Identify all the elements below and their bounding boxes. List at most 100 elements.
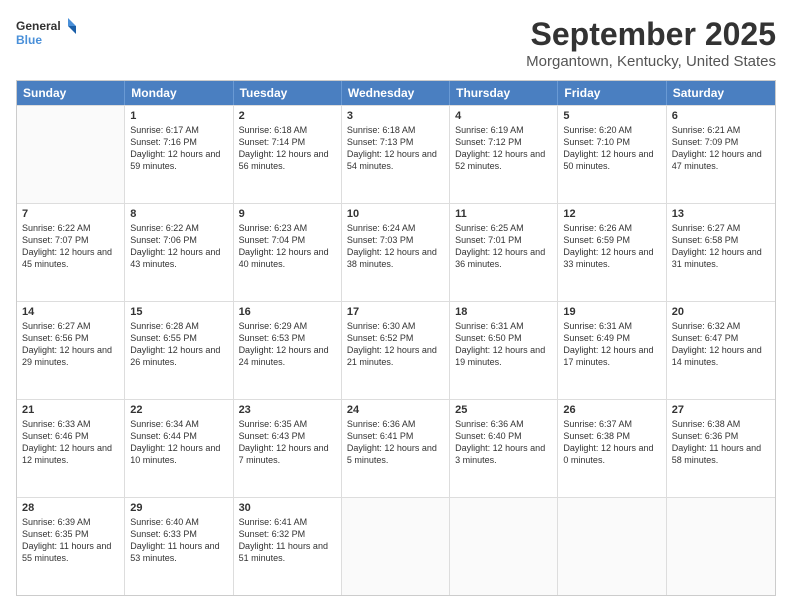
day-number: 22: [130, 404, 227, 416]
header: General Blue September 2025 Morgantown, …: [16, 16, 776, 70]
sunrise-text: Sunrise: 6:24 AMSunset: 7:03 PMDaylight:…: [347, 222, 444, 271]
title-month: September 2025: [526, 16, 776, 53]
cal-cell-0-6: 6Sunrise: 6:21 AMSunset: 7:09 PMDaylight…: [667, 106, 775, 203]
day-number: 13: [672, 208, 770, 220]
sunrise-text: Sunrise: 6:40 AMSunset: 6:33 PMDaylight:…: [130, 516, 227, 565]
day-number: 24: [347, 404, 444, 416]
day-number: 28: [22, 502, 119, 514]
page: General Blue September 2025 Morgantown, …: [0, 0, 792, 612]
day-number: 18: [455, 306, 552, 318]
sunrise-text: Sunrise: 6:27 AMSunset: 6:58 PMDaylight:…: [672, 222, 770, 271]
day-number: 16: [239, 306, 336, 318]
day-number: 30: [239, 502, 336, 514]
cal-cell-3-3: 24Sunrise: 6:36 AMSunset: 6:41 PMDayligh…: [342, 400, 450, 497]
cal-cell-2-1: 15 Sunrise: 6:28 AMSunset: 6:55 PMDayligh…: [125, 302, 233, 399]
svg-text:Blue: Blue: [16, 33, 42, 47]
sunrise-text: Sunrise: 6:22 AMSunset: 7:06 PMDaylight:…: [130, 222, 227, 271]
sunrise-text: Sunrise: 6:37 AMSunset: 6:38 PMDaylight:…: [563, 418, 660, 467]
day-number: 20: [672, 306, 770, 318]
cal-cell-4-0: 28 Sunrise: 6:39 AMSunset: 6:35 PMDayligh…: [17, 498, 125, 595]
day-number: 19: [563, 306, 660, 318]
sunrise-text: Sunrise: 6:31 AMSunset: 6:49 PMDaylight:…: [563, 320, 660, 369]
day-number: 8: [130, 208, 227, 220]
day-number: 5: [563, 110, 660, 122]
sunrise-text: Sunrise: 6:28 AMSunset: 6:55 PMDaylight:…: [130, 320, 227, 369]
day-number: 3: [347, 110, 444, 122]
header-friday: Friday: [558, 81, 666, 105]
cal-cell-2-3: 17Sunrise: 6:30 AMSunset: 6:52 PMDayligh…: [342, 302, 450, 399]
cal-cell-2-2: 16Sunrise: 6:29 AMSunset: 6:53 PMDayligh…: [234, 302, 342, 399]
logo: General Blue: [16, 16, 76, 52]
cal-cell-3-2: 23Sunrise: 6:35 AMSunset: 6:43 PMDayligh…: [234, 400, 342, 497]
sunrise-text: Sunrise: 6:27 AMSunset: 6:56 PMDaylight:…: [22, 320, 119, 369]
cal-cell-1-5: 12 Sunrise: 6:26 AMSunset: 6:59 PMDayligh…: [558, 204, 666, 301]
cal-cell-4-1: 29 Sunrise: 6:40 AMSunset: 6:33 PMDayligh…: [125, 498, 233, 595]
sunrise-text: Sunrise: 6:23 AMSunset: 7:04 PMDaylight:…: [239, 222, 336, 271]
day-number: 1: [130, 110, 227, 122]
cal-cell-3-6: 27Sunrise: 6:38 AMSunset: 6:36 PMDayligh…: [667, 400, 775, 497]
day-number: 4: [455, 110, 552, 122]
day-number: 7: [22, 208, 119, 220]
sunrise-text: Sunrise: 6:17 AMSunset: 7:16 PMDaylight:…: [130, 124, 227, 173]
cal-cell-2-6: 20 Sunrise: 6:32 AMSunset: 6:47 PMDayligh…: [667, 302, 775, 399]
cal-row-5: 28 Sunrise: 6:39 AMSunset: 6:35 PMDayligh…: [17, 497, 775, 595]
sunrise-text: Sunrise: 6:18 AMSunset: 7:14 PMDaylight:…: [239, 124, 336, 173]
header-sunday: Sunday: [17, 81, 125, 105]
day-number: 15: [130, 306, 227, 318]
cal-cell-4-2: 30 Sunrise: 6:41 AMSunset: 6:32 PMDayligh…: [234, 498, 342, 595]
header-wednesday: Wednesday: [342, 81, 450, 105]
cal-cell-2-0: 14Sunrise: 6:27 AMSunset: 6:56 PMDayligh…: [17, 302, 125, 399]
sunrise-text: Sunrise: 6:26 AMSunset: 6:59 PMDaylight:…: [563, 222, 660, 271]
sunrise-text: Sunrise: 6:21 AMSunset: 7:09 PMDaylight:…: [672, 124, 770, 173]
cal-row-3: 14Sunrise: 6:27 AMSunset: 6:56 PMDayligh…: [17, 301, 775, 399]
svg-text:General: General: [16, 19, 61, 33]
sunrise-text: Sunrise: 6:34 AMSunset: 6:44 PMDaylight:…: [130, 418, 227, 467]
header-saturday: Saturday: [667, 81, 775, 105]
cal-row-1: 1 Sunrise: 6:17 AMSunset: 7:16 PMDaylight…: [17, 105, 775, 203]
cal-cell-3-5: 26 Sunrise: 6:37 AMSunset: 6:38 PMDayligh…: [558, 400, 666, 497]
sunrise-text: Sunrise: 6:39 AMSunset: 6:35 PMDaylight:…: [22, 516, 119, 565]
day-number: 29: [130, 502, 227, 514]
logo-svg: General Blue: [16, 16, 76, 52]
cal-cell-1-0: 7 Sunrise: 6:22 AMSunset: 7:07 PMDaylight…: [17, 204, 125, 301]
calendar-header: Sunday Monday Tuesday Wednesday Thursday…: [17, 81, 775, 105]
day-number: 2: [239, 110, 336, 122]
cal-cell-1-6: 13 Sunrise: 6:27 AMSunset: 6:58 PMDayligh…: [667, 204, 775, 301]
cal-cell-4-5: [558, 498, 666, 595]
sunrise-text: Sunrise: 6:20 AMSunset: 7:10 PMDaylight:…: [563, 124, 660, 173]
sunrise-text: Sunrise: 6:35 AMSunset: 6:43 PMDaylight:…: [239, 418, 336, 467]
title-location: Morgantown, Kentucky, United States: [526, 53, 776, 70]
day-number: 12: [563, 208, 660, 220]
header-monday: Monday: [125, 81, 233, 105]
header-thursday: Thursday: [450, 81, 558, 105]
day-number: 10: [347, 208, 444, 220]
sunrise-text: Sunrise: 6:31 AMSunset: 6:50 PMDaylight:…: [455, 320, 552, 369]
sunrise-text: Sunrise: 6:36 AMSunset: 6:40 PMDaylight:…: [455, 418, 552, 467]
sunrise-text: Sunrise: 6:22 AMSunset: 7:07 PMDaylight:…: [22, 222, 119, 271]
cal-row-2: 7 Sunrise: 6:22 AMSunset: 7:07 PMDaylight…: [17, 203, 775, 301]
title-block: September 2025 Morgantown, Kentucky, Uni…: [526, 16, 776, 70]
cal-cell-0-2: 2 Sunrise: 6:18 AMSunset: 7:14 PMDaylight…: [234, 106, 342, 203]
cal-cell-3-0: 21 Sunrise: 6:33 AMSunset: 6:46 PMDayligh…: [17, 400, 125, 497]
day-number: 17: [347, 306, 444, 318]
sunrise-text: Sunrise: 6:19 AMSunset: 7:12 PMDaylight:…: [455, 124, 552, 173]
sunrise-text: Sunrise: 6:32 AMSunset: 6:47 PMDaylight:…: [672, 320, 770, 369]
cal-cell-1-2: 9Sunrise: 6:23 AMSunset: 7:04 PMDaylight…: [234, 204, 342, 301]
cal-cell-0-4: 4 Sunrise: 6:19 AMSunset: 7:12 PMDaylight…: [450, 106, 558, 203]
cal-cell-0-5: 5 Sunrise: 6:20 AMSunset: 7:10 PMDaylight…: [558, 106, 666, 203]
cal-cell-1-4: 11Sunrise: 6:25 AMSunset: 7:01 PMDayligh…: [450, 204, 558, 301]
day-number: 21: [22, 404, 119, 416]
cal-cell-0-0: [17, 106, 125, 203]
sunrise-text: Sunrise: 6:33 AMSunset: 6:46 PMDaylight:…: [22, 418, 119, 467]
cal-cell-4-6: [667, 498, 775, 595]
cal-cell-1-1: 8 Sunrise: 6:22 AMSunset: 7:06 PMDaylight…: [125, 204, 233, 301]
cal-cell-3-1: 22 Sunrise: 6:34 AMSunset: 6:44 PMDayligh…: [125, 400, 233, 497]
cal-cell-0-1: 1 Sunrise: 6:17 AMSunset: 7:16 PMDaylight…: [125, 106, 233, 203]
cal-cell-0-3: 3 Sunrise: 6:18 AMSunset: 7:13 PMDaylight…: [342, 106, 450, 203]
sunrise-text: Sunrise: 6:18 AMSunset: 7:13 PMDaylight:…: [347, 124, 444, 173]
sunrise-text: Sunrise: 6:41 AMSunset: 6:32 PMDaylight:…: [239, 516, 336, 565]
calendar-body: 1 Sunrise: 6:17 AMSunset: 7:16 PMDaylight…: [17, 105, 775, 595]
calendar: Sunday Monday Tuesday Wednesday Thursday…: [16, 80, 776, 596]
cal-cell-4-3: [342, 498, 450, 595]
day-number: 26: [563, 404, 660, 416]
